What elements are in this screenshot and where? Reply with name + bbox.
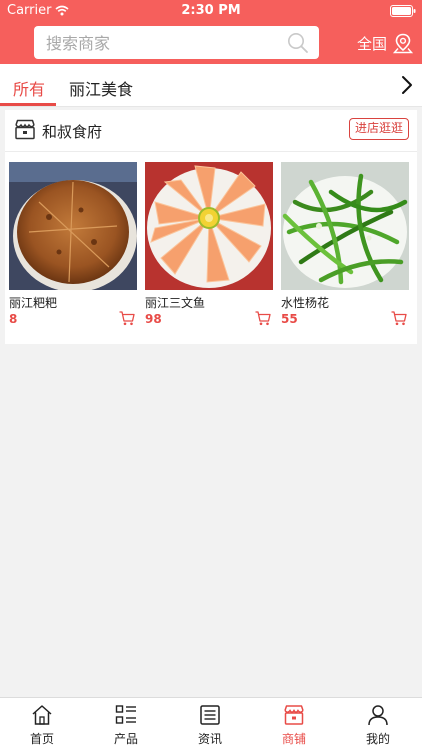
product-price: 8 <box>9 312 18 326</box>
news-icon <box>200 705 220 725</box>
product-name: 水性杨花 <box>281 296 330 310</box>
app-header: Carrier 2:30 PM 全国 <box>0 0 422 64</box>
user-icon <box>368 705 388 726</box>
product-card[interactable]: 水性杨花 55 <box>281 162 409 326</box>
nav-products-label: 产品 <box>113 732 138 746</box>
shop-icon <box>15 119 35 140</box>
nav-shops-label: 商铺 <box>281 732 306 746</box>
enter-shop-button[interactable]: 进店逛逛 <box>349 118 409 140</box>
status-time: 2:30 PM <box>181 3 241 18</box>
nav-home-label: 首页 <box>29 732 54 746</box>
product-card[interactable]: 丽江三文鱼 98 <box>145 162 273 326</box>
shop-name[interactable]: 和叔食府 <box>42 121 102 142</box>
stirfried-greens-photo[interactable] <box>281 162 409 290</box>
tab-all[interactable]: 所有 <box>13 76 45 100</box>
nav-shops[interactable]: 商铺 <box>252 698 336 751</box>
tab-lijiang-food[interactable]: 丽江美食 <box>69 76 133 100</box>
nav-products[interactable]: 产品 <box>84 698 168 751</box>
nav-home[interactable]: 首页 <box>0 698 84 751</box>
chevron-right-icon[interactable] <box>401 75 413 95</box>
salmon-sashimi-photo[interactable] <box>145 162 273 290</box>
nav-news-label: 资讯 <box>197 732 222 746</box>
active-tab-indicator <box>0 103 56 106</box>
product-name: 丽江粑粑 <box>9 296 58 310</box>
shop-card: 和叔食府 进店逛逛 丽江粑粑 8 丽江三文鱼 98 水性杨花 55 <box>5 110 417 344</box>
battery-icon <box>390 5 416 17</box>
region-selector[interactable]: 全国 <box>357 31 414 55</box>
product-card[interactable]: 丽江粑粑 8 <box>9 162 137 326</box>
category-tabs: 所有 丽江美食 <box>0 64 422 107</box>
grid-list-icon <box>115 705 136 724</box>
add-to-cart-icon[interactable] <box>391 311 407 326</box>
home-icon <box>32 705 52 725</box>
location-pin-icon <box>393 33 414 53</box>
nav-news[interactable]: 资讯 <box>168 698 252 751</box>
add-to-cart-icon[interactable] <box>255 311 271 326</box>
shop-header: 和叔食府 进店逛逛 <box>5 110 417 152</box>
product-price: 55 <box>281 312 298 326</box>
add-to-cart-icon[interactable] <box>119 311 135 326</box>
search-input[interactable] <box>44 30 278 56</box>
product-price: 98 <box>145 312 162 326</box>
bottom-navigation: 首页 产品 资讯 商铺 我的 <box>0 697 422 751</box>
store-icon <box>284 705 304 725</box>
nav-profile[interactable]: 我的 <box>336 698 420 751</box>
search-bar[interactable] <box>34 26 319 59</box>
nav-profile-label: 我的 <box>365 732 390 746</box>
status-bar: Carrier 2:30 PM <box>0 0 422 22</box>
product-name: 丽江三文鱼 <box>145 296 206 310</box>
fried-flatbread-photo[interactable] <box>9 162 137 290</box>
search-icon[interactable] <box>287 32 309 54</box>
region-label: 全国 <box>357 34 388 53</box>
